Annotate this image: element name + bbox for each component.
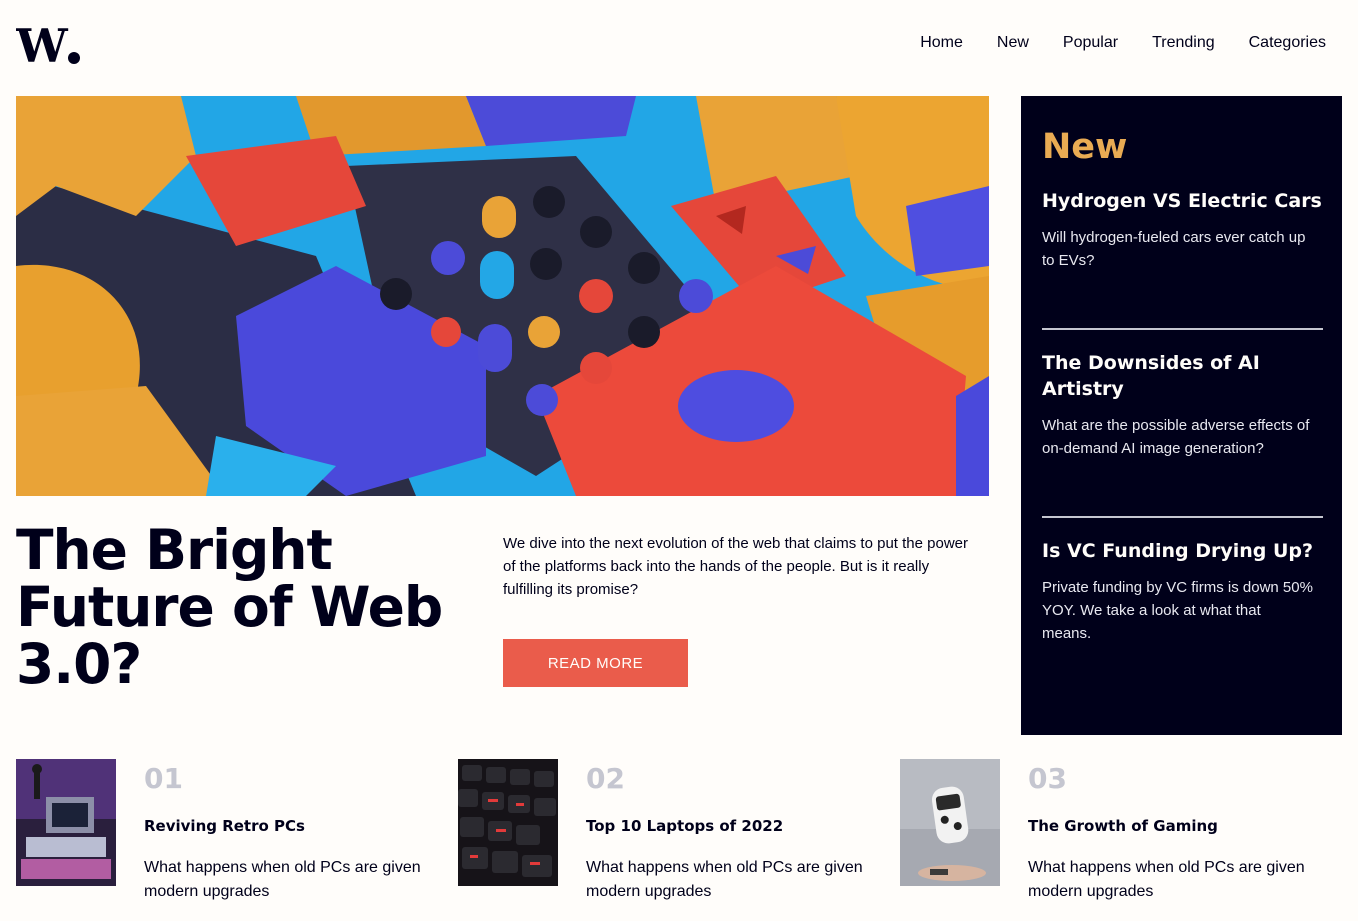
card-thumbnail-keyboard[interactable] — [458, 759, 558, 886]
divider — [1042, 328, 1323, 330]
card-thumbnail-gamepad[interactable] — [900, 759, 1000, 886]
nav-popular[interactable]: Popular — [1063, 34, 1118, 52]
new-article-title[interactable]: The Downsides of AI Artistry — [1042, 350, 1322, 402]
card-description: What happens when old PCs are given mode… — [1028, 859, 1305, 900]
card-number: 01 — [144, 762, 183, 795]
card-description: What happens when old PCs are given mode… — [586, 859, 863, 900]
main-nav: Home New Popular Trending Categories — [920, 34, 1326, 52]
article-card[interactable]: 01 Reviving Retro PCs What happens when … — [16, 759, 436, 909]
card-title[interactable]: Reviving Retro PCs — [144, 815, 305, 837]
card-number: 03 — [1028, 762, 1067, 795]
article-card[interactable]: 03 The Growth of Gaming What happens whe… — [900, 759, 1320, 909]
article-card[interactable]: 02 Top 10 Laptops of 2022 What happens w… — [458, 759, 878, 909]
nav-trending[interactable]: Trending — [1152, 34, 1215, 52]
new-article-description: What are the possible adverse effects of… — [1042, 417, 1310, 457]
hero-title: The Bright Future of Web 3.0? — [16, 518, 443, 696]
new-article-title[interactable]: Hydrogen VS Electric Cars — [1042, 188, 1322, 214]
card-thumbnail-retro-pc[interactable] — [16, 759, 116, 886]
read-more-button[interactable]: READ MORE — [503, 639, 688, 687]
hero-description: We dive into the next evolution of the w… — [503, 535, 968, 598]
card-title[interactable]: Top 10 Laptops of 2022 — [586, 815, 783, 837]
svg-text:W: W — [16, 22, 69, 66]
new-article-item[interactable]: Hydrogen VS Electric Cars Will hydrogen-… — [1042, 188, 1322, 272]
nav-home[interactable]: Home — [920, 34, 963, 52]
nav-categories[interactable]: Categories — [1249, 34, 1326, 52]
new-article-description: Will hydrogen-fueled cars ever catch up … — [1042, 229, 1306, 269]
site-logo[interactable]: W — [16, 22, 82, 66]
card-title[interactable]: The Growth of Gaming — [1028, 815, 1218, 837]
card-number: 02 — [586, 762, 625, 795]
hero-image — [16, 96, 989, 496]
new-article-title[interactable]: Is VC Funding Drying Up? — [1042, 538, 1322, 564]
new-article-item[interactable]: The Downsides of AI Artistry What are th… — [1042, 350, 1322, 460]
new-articles-panel: New Hydrogen VS Electric Cars Will hydro… — [1021, 96, 1342, 735]
divider — [1042, 516, 1323, 518]
card-description: What happens when old PCs are given mode… — [144, 859, 421, 900]
nav-new[interactable]: New — [997, 34, 1029, 52]
new-article-item[interactable]: Is VC Funding Drying Up? Private funding… — [1042, 538, 1322, 645]
new-panel-heading: New — [1042, 127, 1128, 167]
new-article-description: Private funding by VC firms is down 50% … — [1042, 579, 1313, 642]
